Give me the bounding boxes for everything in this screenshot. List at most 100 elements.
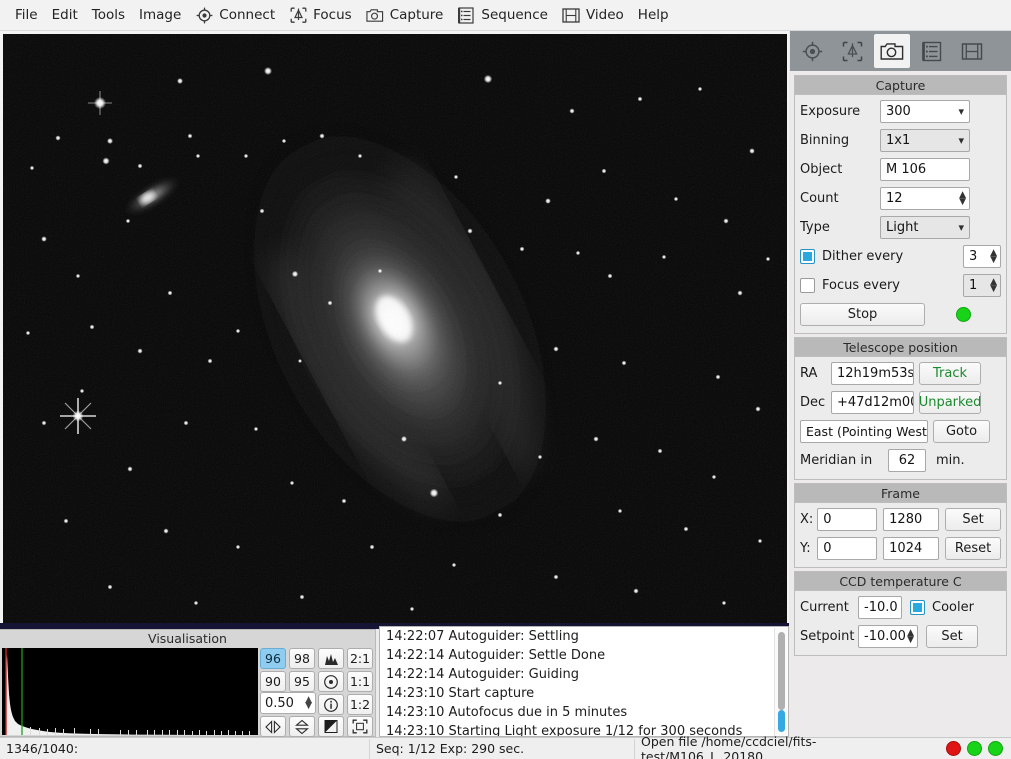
focus-star-icon <box>289 6 307 24</box>
dither-spinner[interactable]: 3 ▲▼ <box>963 245 1001 268</box>
histogram[interactable] <box>2 648 258 735</box>
dither-row: Dither every 3 ▲▼ <box>800 244 1001 269</box>
log-line: 14:23:10 Start capture <box>380 684 788 703</box>
menu-item-connect[interactable]: Connect <box>188 3 282 28</box>
level-96-button[interactable]: 96 <box>260 648 286 669</box>
dec-input[interactable]: +47d12m00 <box>831 391 914 414</box>
camera-icon <box>366 6 384 24</box>
status-file: Open file /home/ccdciel/fits-test/M106_L… <box>635 739 946 759</box>
level-95-button[interactable]: 95 <box>289 671 315 692</box>
menu-item-capture[interactable]: Capture <box>359 3 451 28</box>
log-scrollbar-thumb-active[interactable] <box>778 710 785 732</box>
zoom-1-1-button[interactable]: 1:1 <box>347 671 373 692</box>
gamma-spinner[interactable]: 0.50 ▲▼ <box>260 692 316 714</box>
ra-label: RA <box>800 366 831 381</box>
level-98-button[interactable]: 98 <box>289 648 315 669</box>
status-leds <box>946 741 1011 756</box>
meridian-value: 62 <box>899 453 916 468</box>
menu-label: Edit <box>52 7 78 23</box>
menu-item-focus[interactable]: Focus <box>282 3 359 28</box>
count-row: Count 12 ▲▼ <box>800 186 1001 211</box>
target-circle-icon[interactable] <box>318 671 344 692</box>
dither-value: 3 <box>969 249 977 264</box>
gamma-value: 0.50 <box>265 696 294 711</box>
dec-row: Dec +47d12m00 Unparked <box>800 390 1001 415</box>
fit-to-window-icon[interactable] <box>347 716 373 737</box>
count-spinner[interactable]: 12 ▲▼ <box>880 187 970 210</box>
frame-height-input[interactable]: 1024 <box>883 537 939 560</box>
frame-width-input[interactable]: 1280 <box>883 508 939 531</box>
focus-every-spinner[interactable]: 1 ▲▼ <box>963 274 1001 297</box>
focus-tab[interactable] <box>834 34 870 68</box>
image-canvas[interactable] <box>0 31 789 623</box>
flip-vertical-icon[interactable] <box>289 716 315 737</box>
menu-item-image[interactable]: Image <box>132 3 188 28</box>
chevron-down-icon: ▾ <box>958 105 964 118</box>
meridian-input[interactable]: 62 <box>888 449 926 472</box>
menu-item-file[interactable]: File <box>8 3 45 28</box>
log-scrollbar[interactable] <box>774 628 787 737</box>
current-temp-label: Current <box>800 600 858 615</box>
spinner-arrows[interactable]: ▲▼ <box>959 192 966 206</box>
spinner-arrows[interactable]: ▲▼ <box>907 630 914 644</box>
zoom-2-1-button[interactable]: 2:1 <box>347 648 373 669</box>
dither-checkbox[interactable] <box>800 249 815 264</box>
meridian-label: Meridian in <box>800 453 888 468</box>
cooler-checkbox[interactable] <box>910 600 925 615</box>
level-90-button[interactable]: 90 <box>260 671 286 692</box>
stop-button[interactable]: Stop <box>800 303 925 326</box>
log-line: 14:22:14 Autoguider: Guiding <box>380 665 788 684</box>
exposure-combo[interactable]: 300 ▾ <box>880 100 970 123</box>
list-icon <box>457 6 475 24</box>
invert-icon[interactable] <box>318 716 344 737</box>
setpoint-set-button[interactable]: Set <box>926 625 978 648</box>
focus-every-row: Focus every 1 ▲▼ <box>800 273 1001 298</box>
frame-y-input[interactable]: 0 <box>817 537 877 560</box>
frame-y-row: Y: 0 1024 Reset <box>800 536 1001 561</box>
menu-item-edit[interactable]: Edit <box>45 3 85 28</box>
setpoint-spinner[interactable]: -10.00 ▲▼ <box>858 625 918 648</box>
video-tab[interactable] <box>954 34 990 68</box>
spinner-arrows[interactable]: ▲▼ <box>990 279 997 293</box>
spinner-arrows[interactable]: ▲▼ <box>990 250 997 264</box>
frame-x-row: X: 0 1280 Set <box>800 507 1001 532</box>
menu-item-sequence[interactable]: Sequence <box>450 3 555 28</box>
track-button[interactable]: Track <box>919 362 981 385</box>
visualisation-title: Visualisation <box>0 630 375 647</box>
menu-item-video[interactable]: Video <box>555 3 631 28</box>
goto-button[interactable]: Goto <box>933 420 990 443</box>
telescope-group: Telescope position RA 12h19m53s Track De… <box>794 337 1007 480</box>
frame-x-input[interactable]: 0 <box>817 508 877 531</box>
binning-row: Binning 1x1 ▾ <box>800 128 1001 153</box>
focus-every-checkbox[interactable] <box>800 278 815 293</box>
object-value: M 106 <box>886 162 926 177</box>
log-scrollbar-thumb[interactable] <box>778 632 785 710</box>
image-border-left <box>0 31 3 623</box>
type-combo[interactable]: Light ▾ <box>880 216 970 239</box>
sequence-tab[interactable] <box>914 34 950 68</box>
histogram-icon[interactable] <box>318 648 344 669</box>
object-row: Object M 106 <box>800 157 1001 182</box>
zoom-1-2-button[interactable]: 1:2 <box>347 694 373 715</box>
frame-set-button[interactable]: Set <box>945 508 1001 531</box>
frame-height-value: 1024 <box>889 541 922 556</box>
binning-combo[interactable]: 1x1 ▾ <box>880 129 970 152</box>
preview-tab[interactable] <box>794 34 830 68</box>
info-icon[interactable] <box>318 694 344 715</box>
spinner-arrows[interactable]: ▲▼ <box>305 697 312 709</box>
ra-input[interactable]: 12h19m53s <box>831 362 914 385</box>
park-status-button[interactable]: Unparked <box>919 391 981 414</box>
menu-label: Help <box>638 7 669 23</box>
frame-reset-button[interactable]: Reset <box>945 537 1001 560</box>
status-led-1 <box>946 741 961 756</box>
menu-label: Video <box>586 7 624 23</box>
menu-label: Capture <box>390 7 444 23</box>
pier-side-input[interactable]: East (Pointing West) <box>800 420 928 443</box>
menu-item-help[interactable]: Help <box>631 3 676 28</box>
capture-tab[interactable] <box>874 34 910 68</box>
flip-horizontal-icon[interactable] <box>260 716 286 737</box>
object-label: Object <box>800 162 880 177</box>
log-panel[interactable]: 14:22:07 Autoguider: Settling 14:22:14 A… <box>379 626 789 737</box>
object-input[interactable]: M 106 <box>880 158 970 181</box>
menu-item-tools[interactable]: Tools <box>85 3 132 28</box>
